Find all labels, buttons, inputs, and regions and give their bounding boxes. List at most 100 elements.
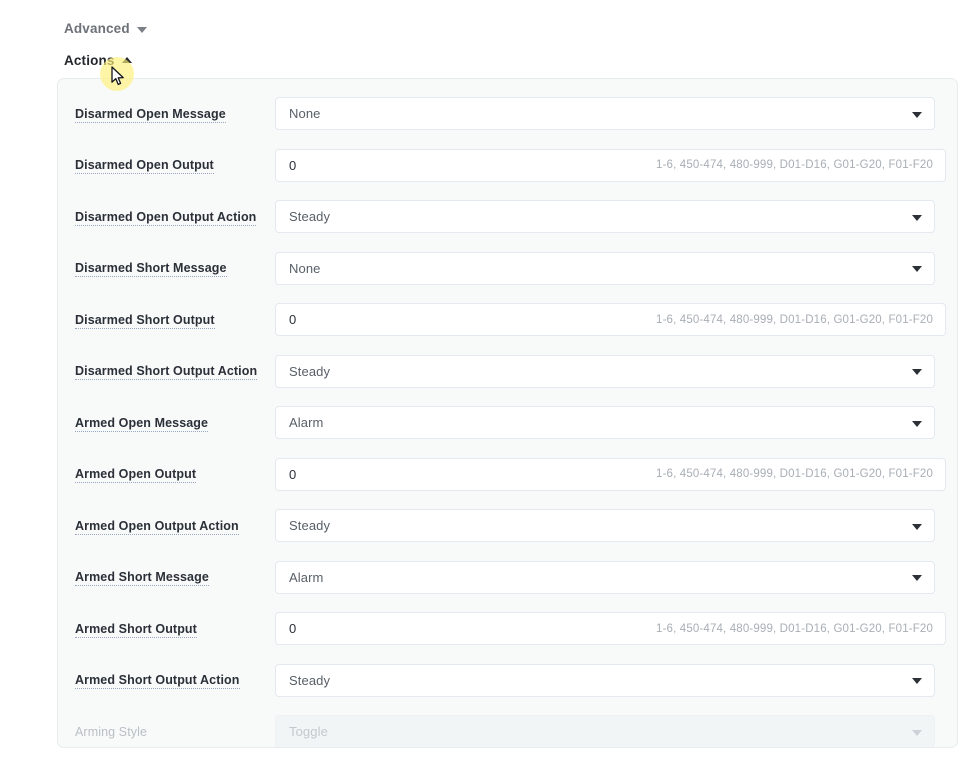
chevron-down-icon — [912, 523, 922, 530]
row-field: 0 1-6, 450-474, 480-999, D01-D16, G01-G20… — [275, 612, 946, 646]
row-label-text: Armed Short Output — [75, 621, 197, 638]
row-field: Steady — [275, 663, 946, 697]
settings-row: Armed Open Output 0 1-6, 450-474, 480-999,… — [58, 449, 957, 501]
select-value: Steady — [289, 672, 331, 688]
input-value: 0 — [289, 621, 297, 637]
row-label: Armed Short Output — [75, 621, 275, 638]
row-field: 0 1-6, 450-474, 480-999, D01-D16, G01-G20… — [275, 303, 946, 337]
select-value: Steady — [289, 209, 331, 225]
chevron-down-icon — [912, 266, 922, 273]
input-value: 0 — [289, 466, 297, 482]
settings-page: Advanced Actions Disarmed Open Message No… — [0, 0, 971, 763]
select-value: Alarm — [289, 569, 324, 585]
select-value: Alarm — [289, 415, 324, 431]
row-label: Disarmed Short Output — [75, 312, 275, 329]
row-field: None — [275, 97, 946, 131]
row-label-text: Armed Open Output — [75, 467, 197, 484]
settings-row: Disarmed Short Message None — [58, 243, 957, 295]
row-field: None — [275, 251, 946, 285]
select-armed-open-message[interactable]: Alarm — [275, 406, 935, 440]
chevron-down-icon — [912, 678, 922, 685]
chevron-up-icon — [121, 56, 132, 63]
chevron-down-icon — [912, 575, 922, 582]
chevron-down-icon — [136, 26, 147, 33]
select-value: None — [289, 260, 321, 276]
select-disarmed-short-message[interactable]: None — [275, 251, 935, 285]
input-disarmed-open-output[interactable]: 0 1-6, 450-474, 480-999, D01-D16, G01-G20… — [275, 148, 946, 182]
select-arming-style: Toggle — [275, 715, 935, 747]
input-hint: 1-6, 450-474, 480-999, D01-D16, G01-G20,… — [656, 622, 933, 635]
row-label: Disarmed Short Message — [75, 261, 275, 278]
select-disarmed-open-output-action[interactable]: Steady — [275, 200, 935, 234]
row-label-text: Disarmed Short Output Action — [75, 364, 258, 381]
row-label-text: Armed Open Message — [75, 415, 209, 432]
row-label: Armed Open Message — [75, 415, 275, 432]
select-value: None — [289, 106, 321, 122]
input-value: 0 — [289, 312, 297, 328]
section-title-advanced: Advanced — [64, 21, 130, 36]
chevron-down-icon — [912, 369, 922, 376]
input-armed-open-output[interactable]: 0 1-6, 450-474, 480-999, D01-D16, G01-G20… — [275, 457, 946, 491]
row-label: Arming Style — [75, 725, 275, 739]
input-disarmed-short-output[interactable]: 0 1-6, 450-474, 480-999, D01-D16, G01-G20… — [275, 303, 946, 337]
select-value: Steady — [289, 363, 331, 379]
settings-row: Arming Style Toggle — [58, 706, 957, 747]
select-armed-short-output-action[interactable]: Steady — [275, 663, 935, 697]
row-label: Disarmed Open Message — [75, 106, 275, 123]
row-label-text: Armed Open Output Action — [75, 518, 239, 535]
row-field: Steady — [275, 354, 946, 388]
settings-row: Armed Short Output Action Steady — [58, 655, 957, 707]
select-disarmed-short-output-action[interactable]: Steady — [275, 354, 935, 388]
settings-row: Disarmed Open Output 0 1-6, 450-474, 480-9… — [58, 140, 957, 192]
settings-row-list: Disarmed Open Message None Disarmed Open O… — [58, 79, 957, 747]
chevron-down-icon — [912, 420, 922, 427]
actions-settings-card: Disarmed Open Message None Disarmed Open O… — [57, 78, 958, 748]
select-value: Toggle — [289, 724, 328, 740]
row-label-text: Arming Style — [75, 724, 148, 739]
row-field: Alarm — [275, 406, 946, 440]
section-title-actions: Actions — [64, 53, 115, 68]
row-label: Armed Short Message — [75, 570, 275, 587]
row-label: Armed Open Output Action — [75, 518, 275, 535]
section-header-advanced[interactable]: Advanced — [64, 21, 147, 36]
settings-row: Armed Short Output 0 1-6, 450-474, 480-999… — [58, 603, 957, 655]
chevron-down-icon — [912, 111, 922, 118]
input-value: 0 — [289, 157, 297, 173]
row-label: Disarmed Short Output Action — [75, 364, 275, 381]
row-label-text: Disarmed Open Message — [75, 106, 226, 123]
row-field: Alarm — [275, 560, 946, 594]
select-armed-short-message[interactable]: Alarm — [275, 560, 935, 594]
settings-row: Disarmed Short Output 0 1-6, 450-474, 480-… — [58, 294, 957, 346]
row-field: 0 1-6, 450-474, 480-999, D01-D16, G01-G20… — [275, 457, 946, 491]
row-label-text: Disarmed Open Output Action — [75, 209, 257, 226]
row-label-text: Armed Short Output Action — [75, 673, 240, 690]
select-armed-open-output-action[interactable]: Steady — [275, 509, 935, 543]
select-disarmed-open-message[interactable]: None — [275, 97, 935, 131]
row-label-text: Disarmed Short Output — [75, 312, 215, 329]
input-armed-short-output[interactable]: 0 1-6, 450-474, 480-999, D01-D16, G01-G20… — [275, 612, 946, 646]
input-hint: 1-6, 450-474, 480-999, D01-D16, G01-G20,… — [656, 159, 933, 172]
settings-row: Armed Short Message Alarm — [58, 552, 957, 604]
row-field: Toggle — [275, 715, 946, 747]
row-label: Disarmed Open Output — [75, 158, 275, 175]
settings-row: Armed Open Message Alarm — [58, 397, 957, 449]
row-label: Armed Open Output — [75, 467, 275, 484]
input-hint: 1-6, 450-474, 480-999, D01-D16, G01-G20,… — [656, 313, 933, 326]
chevron-down-icon — [912, 214, 922, 221]
row-label: Armed Short Output Action — [75, 673, 275, 690]
input-hint: 1-6, 450-474, 480-999, D01-D16, G01-G20,… — [656, 468, 933, 481]
select-value: Steady — [289, 518, 331, 534]
chevron-down-icon — [912, 729, 922, 736]
row-field: Steady — [275, 200, 946, 234]
section-header-actions[interactable]: Actions — [64, 53, 132, 68]
row-label-text: Disarmed Short Message — [75, 261, 227, 278]
settings-row: Disarmed Short Output Action Steady — [58, 346, 957, 398]
row-field: 0 1-6, 450-474, 480-999, D01-D16, G01-G20… — [275, 148, 946, 182]
settings-row: Disarmed Open Output Action Steady — [58, 191, 957, 243]
row-label: Disarmed Open Output Action — [75, 209, 275, 226]
settings-row: Disarmed Open Message None — [58, 88, 957, 140]
settings-row: Armed Open Output Action Steady — [58, 500, 957, 552]
row-label-text: Armed Short Message — [75, 570, 209, 587]
row-field: Steady — [275, 509, 946, 543]
row-label-text: Disarmed Open Output — [75, 158, 214, 175]
